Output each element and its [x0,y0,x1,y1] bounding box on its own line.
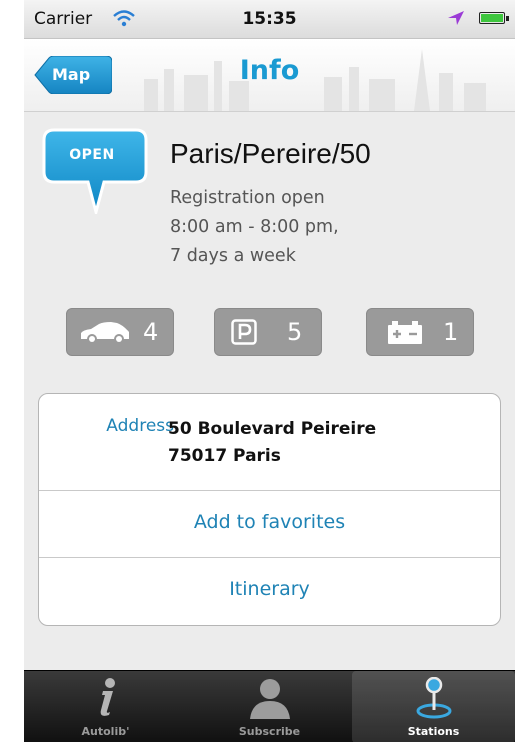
tab-subscribe[interactable]: Subscribe [188,671,351,742]
tab-stations[interactable]: Stations [352,671,515,742]
add-to-favorites-label: Add to favorites [193,511,346,533]
status-time: 15:35 [242,9,297,29]
station-name: Paris/Pereire/50 [170,138,371,169]
itinerary-button[interactable]: Itinerary [39,558,500,625]
address-row: Address 50 Boulevard Peireire 75017 Pari… [39,394,500,491]
address-label: Address [106,416,174,436]
tab-autolib[interactable]: Autolib' [24,671,187,742]
charging-points-badge: 1 [366,308,474,356]
status-bar: Carrier 15:35 [24,0,515,39]
person-icon [249,679,290,719]
itinerary-label: Itinerary [229,578,310,600]
battery-charge-icon [388,321,422,344]
car-icon [81,322,129,344]
navigation-bar: Map Info [24,39,515,112]
charging-points-count: 1 [443,318,459,346]
add-to-favorites-button[interactable]: Add to favorites [39,491,500,558]
parking-spaces-badge: 5 [214,308,322,356]
open-status-pin-icon [42,128,148,214]
address-line: 50 Boulevard Peireire [168,419,377,439]
station-details-table: Address 50 Boulevard Peireire 75017 Pari… [38,393,501,626]
location-arrow-icon [448,11,464,25]
opening-hours: Registration open 8:00 am - 8:00 pm, 7 d… [170,184,339,271]
hours-line: 8:00 am - 8:00 pm, [170,217,339,237]
tab-label: Subscribe [238,725,301,738]
page-title: Info [239,55,300,86]
status-badge: OPEN [69,147,115,163]
app-screen: Carrier 15:35 Map Info OPEN Paris/Pereir… [24,0,515,742]
hours-line: Registration open [170,188,325,208]
address-line: 75017 Paris [168,446,281,466]
station-pin-icon [416,677,451,719]
tab-label: Stations [407,725,460,738]
parking-icon [231,319,257,345]
battery-icon [479,12,509,24]
parking-spaces-count: 5 [287,318,303,346]
info-icon [100,678,115,716]
tab-bar: Autolib' Subscribe Stations [24,670,515,742]
tab-label: Autolib' [81,725,130,738]
hours-line: 7 days a week [170,246,296,266]
address-value: 50 Boulevard Peireire 75017 Paris [168,416,376,470]
available-cars-count: 4 [143,318,159,346]
available-cars-badge: 4 [66,308,174,356]
